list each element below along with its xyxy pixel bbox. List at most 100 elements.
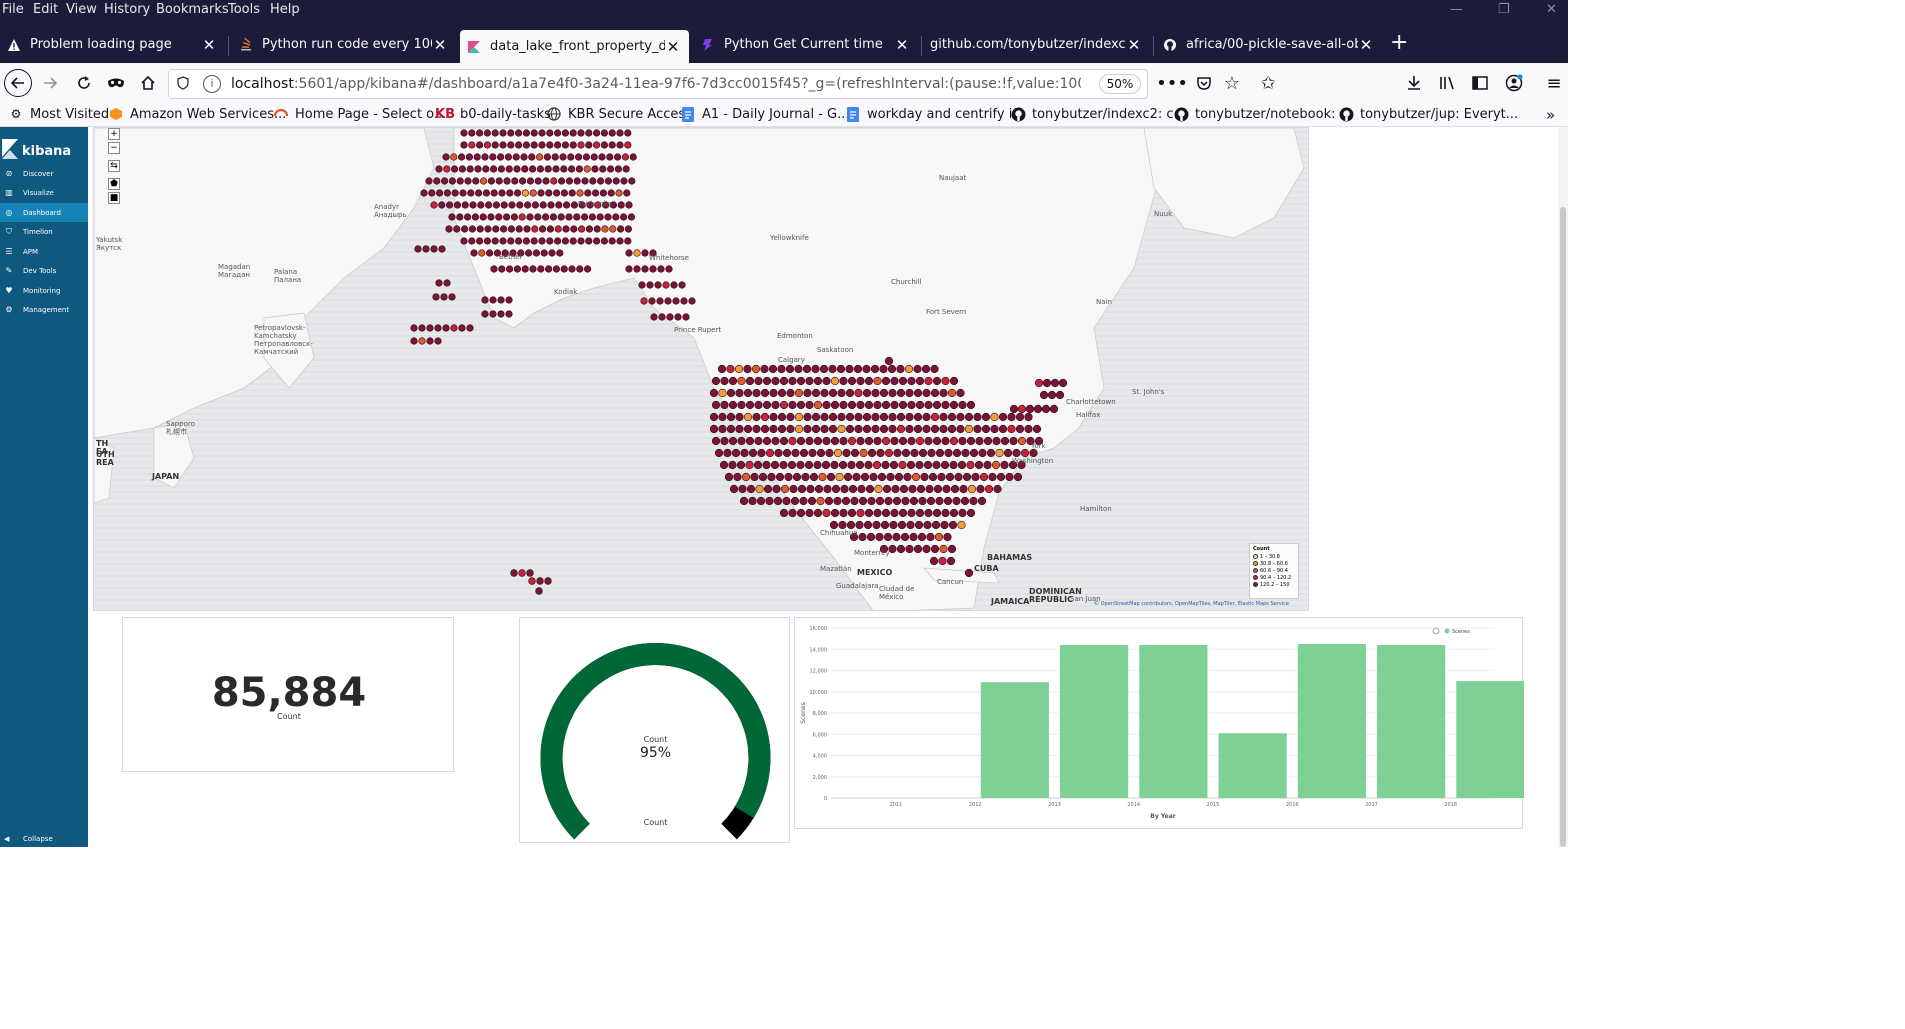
back-button[interactable] xyxy=(4,69,32,97)
map-marker[interactable] xyxy=(767,472,776,482)
bookmarks-overflow-icon[interactable]: » xyxy=(1546,106,1555,124)
map-marker[interactable] xyxy=(619,213,628,221)
map-marker[interactable] xyxy=(879,412,889,422)
map-marker[interactable] xyxy=(894,472,904,482)
map-marker[interactable] xyxy=(913,412,923,422)
map-marker[interactable] xyxy=(746,484,756,494)
map-marker[interactable] xyxy=(461,225,469,233)
map-marker[interactable] xyxy=(818,472,827,482)
map-marker[interactable] xyxy=(976,484,985,494)
map-marker[interactable] xyxy=(1009,404,1019,414)
menu-bookmarks[interactable]: Bookmarks xyxy=(156,2,229,17)
tab-kibana-dashboard[interactable]: data_lake_front_property_dash ✕ xyxy=(460,30,689,63)
map-marker[interactable] xyxy=(772,484,781,494)
map-marker[interactable] xyxy=(620,177,628,185)
map-marker[interactable] xyxy=(811,412,821,422)
map-marker[interactable] xyxy=(540,249,548,257)
map-marker[interactable] xyxy=(917,532,927,542)
map-marker[interactable] xyxy=(481,296,489,304)
map-marker[interactable] xyxy=(658,313,666,321)
tab-problem-loading[interactable]: Problem loading page ✕ xyxy=(0,28,225,61)
close-tab-icon[interactable]: ✕ xyxy=(1358,36,1374,54)
map-marker[interactable] xyxy=(434,337,442,345)
map-marker[interactable] xyxy=(545,189,553,197)
private-mask-icon[interactable] xyxy=(104,71,128,95)
map-marker[interactable] xyxy=(939,424,948,434)
map-marker[interactable] xyxy=(538,141,546,149)
map-marker[interactable] xyxy=(788,376,797,386)
map-marker[interactable] xyxy=(754,400,763,410)
map-marker[interactable] xyxy=(621,153,630,161)
map-marker[interactable] xyxy=(477,201,485,209)
map-marker[interactable] xyxy=(862,388,872,398)
map-marker[interactable] xyxy=(625,249,633,257)
bookmark-jup[interactable]: tonybutzer/jup: Everyt... xyxy=(1338,106,1518,122)
map-marker[interactable] xyxy=(1032,424,1042,434)
map-marker[interactable] xyxy=(777,364,786,374)
map-marker[interactable] xyxy=(718,412,727,422)
map-marker[interactable] xyxy=(913,364,922,374)
map-marker[interactable] xyxy=(1024,424,1033,434)
map-marker[interactable] xyxy=(967,484,977,494)
page-actions-icon[interactable]: ••• xyxy=(1156,71,1188,95)
map-marker[interactable] xyxy=(638,281,646,289)
map-marker[interactable] xyxy=(737,376,746,386)
map-marker[interactable] xyxy=(425,177,433,185)
map-marker[interactable] xyxy=(1024,412,1033,422)
map-marker[interactable] xyxy=(593,129,601,137)
map-marker[interactable] xyxy=(845,388,855,398)
map-marker[interactable] xyxy=(664,297,672,305)
map-marker[interactable] xyxy=(880,520,890,530)
map-marker[interactable] xyxy=(850,448,860,458)
map-marker[interactable] xyxy=(871,424,880,434)
map-marker[interactable] xyxy=(838,520,847,530)
map-marker[interactable] xyxy=(806,484,815,494)
map-marker[interactable] xyxy=(748,448,758,458)
map-marker[interactable] xyxy=(760,412,770,422)
map-marker[interactable] xyxy=(624,225,633,233)
map-marker[interactable] xyxy=(939,412,948,422)
map-marker[interactable] xyxy=(508,201,516,209)
map-marker[interactable] xyxy=(581,177,589,185)
map-marker[interactable] xyxy=(506,189,514,197)
map-marker[interactable] xyxy=(949,400,959,410)
map-marker[interactable] xyxy=(495,177,503,185)
map-marker[interactable] xyxy=(453,225,461,233)
map-marker[interactable] xyxy=(521,165,529,173)
map-marker[interactable] xyxy=(864,376,874,386)
map-marker[interactable] xyxy=(949,460,958,470)
map-marker[interactable] xyxy=(839,400,848,410)
map-marker[interactable] xyxy=(932,460,941,470)
map-marker[interactable] xyxy=(888,544,897,554)
map-marker[interactable] xyxy=(561,141,570,149)
fit-bounds-button[interactable]: ⇆ xyxy=(108,160,120,172)
map-marker[interactable] xyxy=(777,424,787,434)
map-marker[interactable] xyxy=(786,412,795,422)
map-marker[interactable] xyxy=(873,376,882,386)
map-marker[interactable] xyxy=(915,508,925,518)
nav-dev-tools[interactable]: ✎ Dev Tools xyxy=(0,261,88,280)
map-marker[interactable] xyxy=(803,388,812,398)
map-marker[interactable] xyxy=(1042,378,1052,388)
map-marker[interactable] xyxy=(596,213,604,221)
map-marker[interactable] xyxy=(782,448,792,458)
bookmark-workday[interactable]: workday and centrify i... xyxy=(845,106,1025,122)
map-marker[interactable] xyxy=(422,245,430,253)
map-marker[interactable] xyxy=(889,520,898,530)
map-marker[interactable] xyxy=(922,412,931,422)
map-marker[interactable] xyxy=(519,177,527,185)
scrollbar-thumb[interactable] xyxy=(1560,207,1566,847)
map-marker[interactable] xyxy=(546,141,554,149)
map-marker[interactable] xyxy=(871,388,880,398)
map-marker[interactable] xyxy=(998,412,1008,422)
map-marker[interactable] xyxy=(569,141,577,149)
library-icon[interactable] xyxy=(1436,71,1460,95)
map-marker[interactable] xyxy=(796,400,806,410)
map-canvas[interactable] xyxy=(94,128,1309,611)
map-marker[interactable] xyxy=(969,496,978,506)
map-marker[interactable] xyxy=(941,436,950,446)
map-marker[interactable] xyxy=(826,472,836,482)
map-marker[interactable] xyxy=(646,281,654,289)
map-marker[interactable] xyxy=(593,237,601,245)
map-marker[interactable] xyxy=(559,153,567,161)
